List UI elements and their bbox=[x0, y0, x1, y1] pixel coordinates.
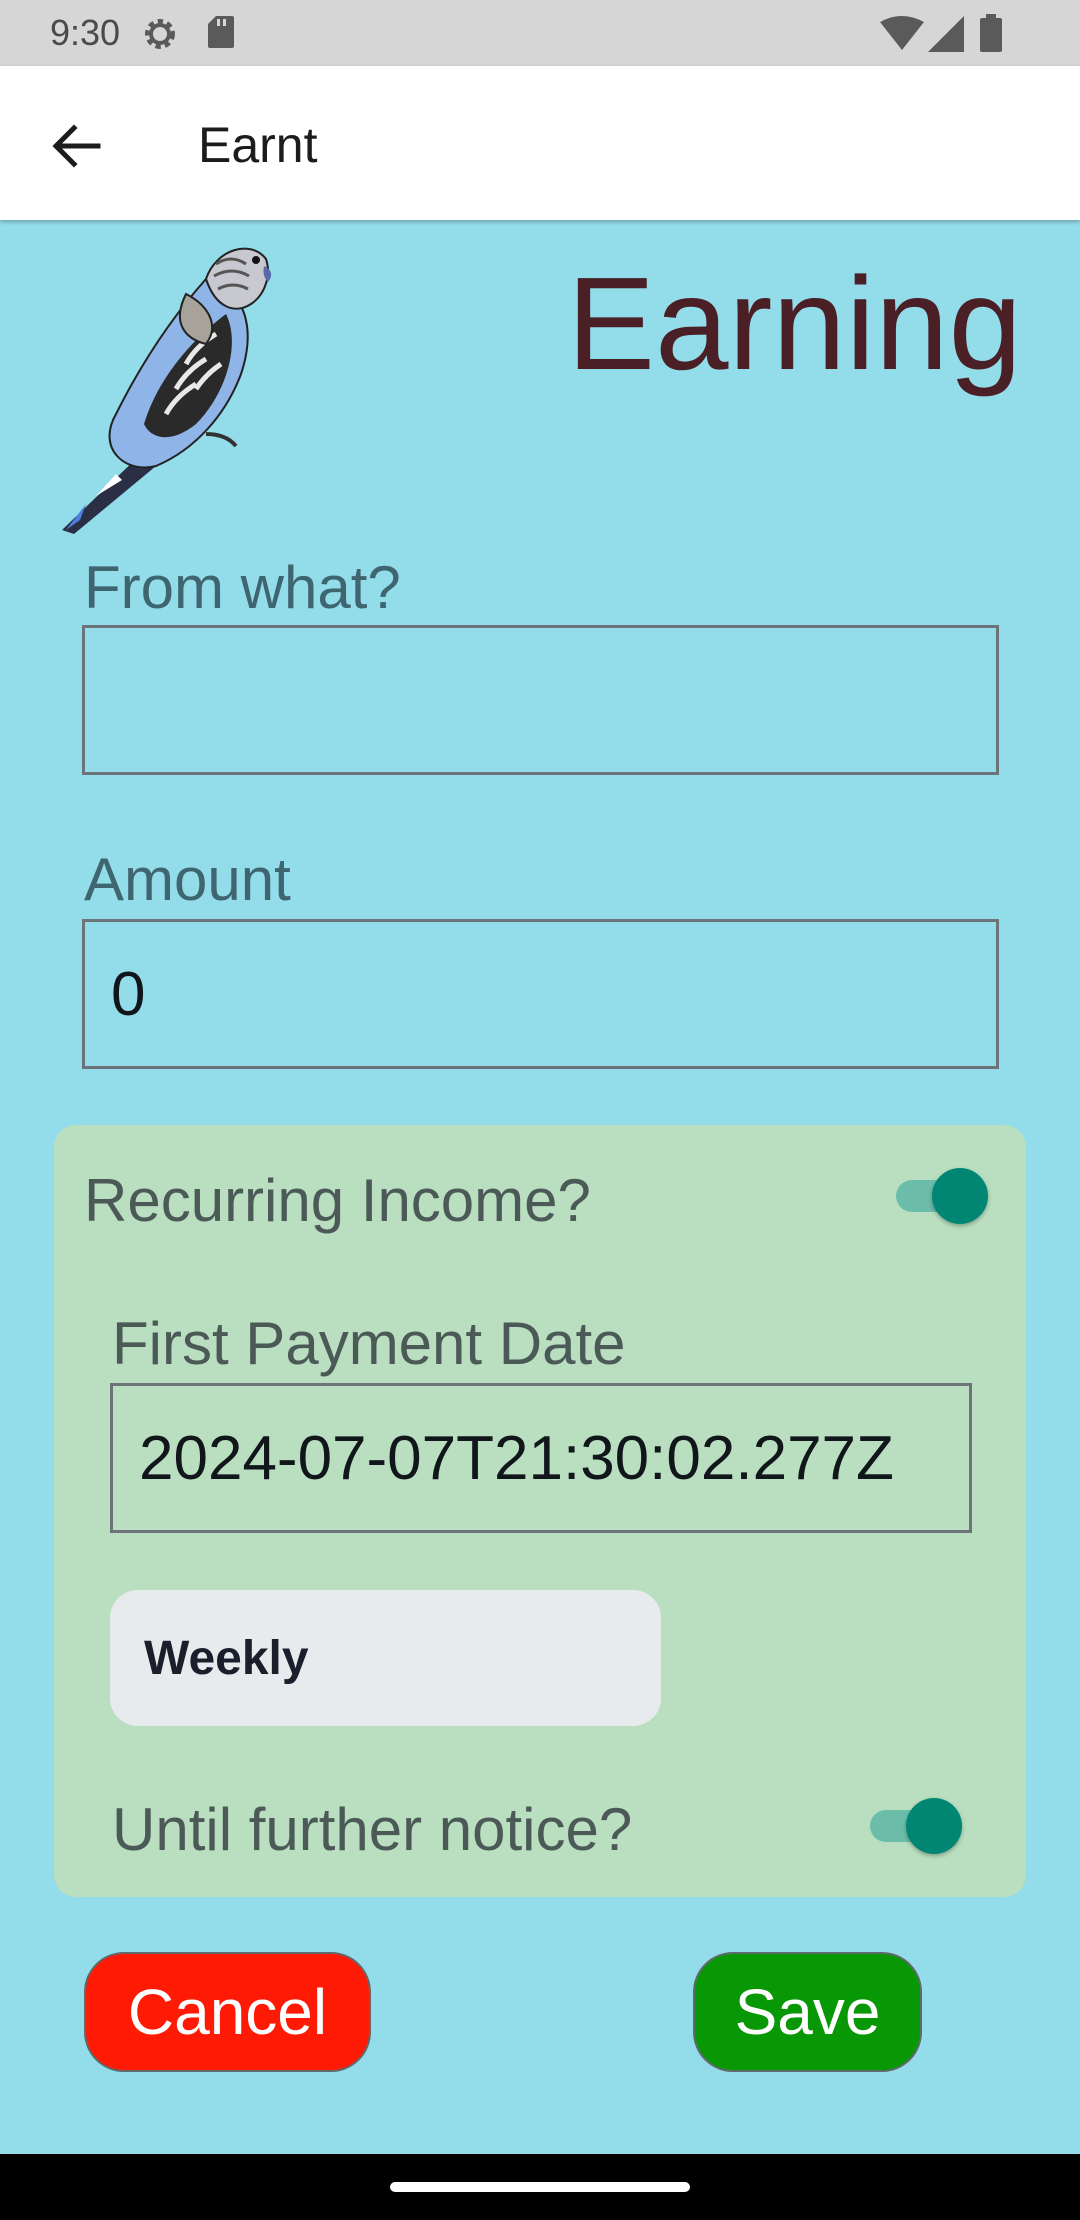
wifi-icon bbox=[880, 16, 924, 50]
first-payment-date-label: First Payment Date bbox=[112, 1310, 626, 1377]
first-payment-date-field[interactable]: 2024-07-07T21:30:02.277Z bbox=[110, 1383, 972, 1533]
toggle-thumb bbox=[932, 1168, 988, 1224]
frequency-select[interactable]: Weekly bbox=[110, 1590, 661, 1726]
from-what-label: From what? bbox=[84, 554, 401, 621]
until-further-notice-label: Until further notice? bbox=[112, 1796, 633, 1863]
amount-input[interactable]: 0 bbox=[82, 919, 999, 1069]
home-gesture-handle[interactable] bbox=[390, 2182, 690, 2192]
budgie-logo bbox=[62, 247, 272, 534]
status-bar: 9:30 bbox=[0, 0, 1080, 66]
from-what-input[interactable] bbox=[82, 625, 999, 775]
recurring-income-toggle[interactable] bbox=[892, 1168, 988, 1224]
amount-label: Amount bbox=[84, 846, 291, 913]
back-button[interactable] bbox=[40, 110, 112, 182]
toggle-thumb bbox=[906, 1798, 962, 1854]
save-button[interactable]: Save bbox=[693, 1952, 922, 2072]
sd-card-icon bbox=[208, 16, 234, 48]
status-time: 9:30 bbox=[50, 12, 121, 53]
cancel-button[interactable]: Cancel bbox=[84, 1952, 371, 2072]
recurring-income-label: Recurring Income? bbox=[84, 1167, 591, 1234]
until-further-notice-toggle[interactable] bbox=[866, 1798, 962, 1854]
app-bar: Earnt bbox=[0, 66, 1080, 220]
gear-icon bbox=[145, 19, 175, 49]
system-nav-bar bbox=[0, 2154, 1080, 2220]
battery-icon bbox=[980, 14, 1002, 52]
back-arrow-icon bbox=[52, 124, 101, 168]
signal-icon bbox=[928, 16, 964, 52]
page-heading: Earning bbox=[567, 250, 1022, 397]
app-title: Earnt bbox=[198, 117, 318, 173]
